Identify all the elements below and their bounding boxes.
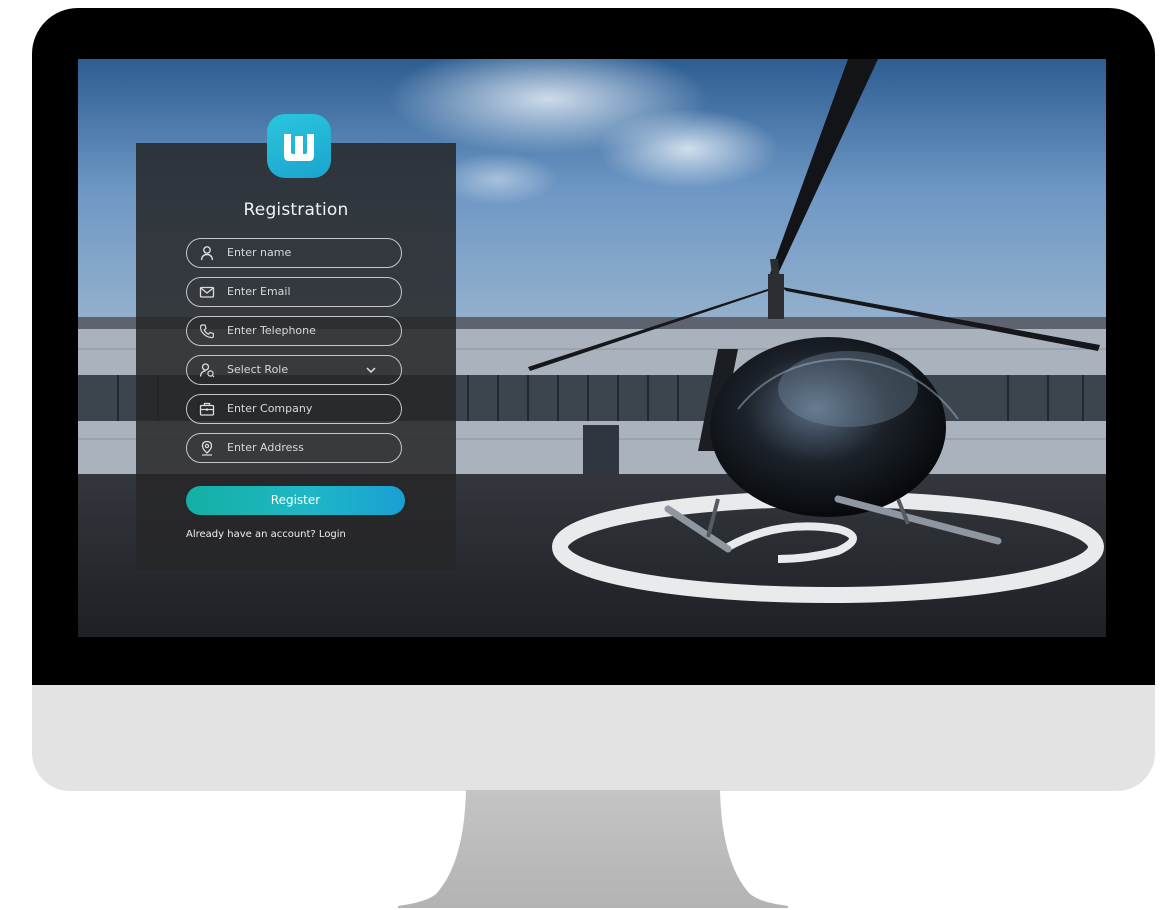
phone-icon <box>199 324 214 339</box>
chevron-down-icon <box>366 367 376 374</box>
monitor-stand <box>398 790 788 908</box>
register-button[interactable]: Register <box>186 486 405 515</box>
monitor-chin <box>32 685 1155 791</box>
w-logo-icon <box>267 114 331 178</box>
envelope-icon <box>199 286 215 298</box>
name-placeholder: Enter name <box>227 246 292 259</box>
address-placeholder: Enter Address <box>227 441 304 454</box>
login-link[interactable]: Already have an account? Login <box>186 529 346 540</box>
telephone-input[interactable]: Enter Telephone <box>186 316 402 346</box>
role-placeholder: Select Role <box>227 363 289 376</box>
company-input[interactable]: Enter Company <box>186 394 402 424</box>
address-input[interactable]: Enter Address <box>186 433 402 463</box>
role-icon <box>199 363 215 378</box>
screen: Registration Enter name Enter Email Ente… <box>78 59 1106 637</box>
role-select[interactable]: Select Role <box>186 355 402 385</box>
location-pin-icon <box>201 440 213 456</box>
user-icon <box>200 246 214 261</box>
email-input[interactable]: Enter Email <box>186 277 402 307</box>
email-placeholder: Enter Email <box>227 285 291 298</box>
briefcase-icon <box>199 402 215 416</box>
company-placeholder: Enter Company <box>227 402 313 415</box>
page-title: Registration <box>243 200 349 220</box>
telephone-placeholder: Enter Telephone <box>227 324 316 337</box>
name-input[interactable]: Enter name <box>186 238 402 268</box>
registration-panel: Registration Enter name Enter Email Ente… <box>136 143 456 570</box>
